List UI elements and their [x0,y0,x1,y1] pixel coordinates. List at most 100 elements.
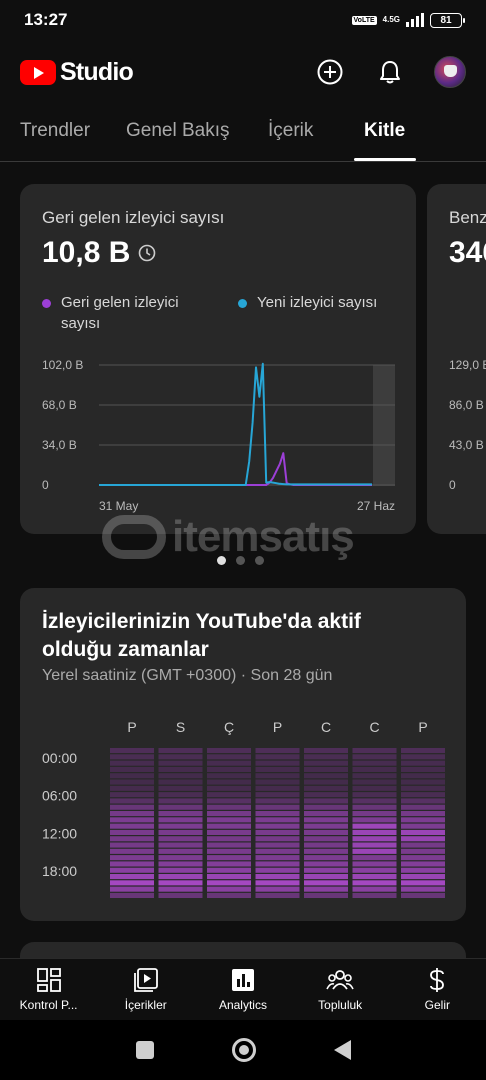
heatmap-cell [158,785,203,791]
pager-dot[interactable] [255,556,264,565]
pager-dot[interactable] [217,556,226,565]
heatmap-cell [304,785,348,791]
hour-label: 00:00 [42,750,77,766]
heatmap-cell [304,817,348,823]
pager-dot[interactable] [236,556,245,565]
heatmap-cell [207,798,251,804]
y-tick-label: 0 [449,478,456,492]
heatmap-cell [401,804,445,810]
heatmap-cell [110,823,154,829]
heatmap-cell [352,804,397,810]
heatmap-cell [158,880,203,886]
heatmap-cell [401,874,445,880]
heatmap-cell [304,886,348,892]
heatmap-cell [207,785,251,791]
heatmap-cell [255,766,300,772]
back-icon[interactable] [333,1040,351,1060]
status-indicators: VoLTE 4.5G 81 [351,12,465,28]
heatmap-cell [255,754,300,760]
heatmap-cell [255,880,300,886]
heatmap-cell [401,880,445,886]
heatmap-cell [304,880,348,886]
heatmap-cell [110,798,154,804]
tab-content[interactable]: İçerik [268,120,313,142]
heatmap-cell [110,773,154,779]
heatmap-cell [352,754,397,760]
logo-text: Studio [60,57,134,86]
heatmap-cell [110,848,154,854]
heatmap-cell [255,867,300,873]
series-line-1 [99,362,372,486]
heatmap-cell [304,842,348,848]
nav-content[interactable]: İçerikler [97,959,194,1020]
card-title: Benzersiz izleyici sayısı [449,208,486,227]
nav-community[interactable]: Topluluk [292,959,389,1020]
studio-logo[interactable]: Studio [20,57,134,87]
notifications-button[interactable] [374,56,406,88]
heatmap-cell [255,804,300,810]
heatmap-cell [158,874,203,880]
heatmap-cell [352,760,397,766]
active-times-heatmap: P S Ç P C C P 00:00 06:00 12:00 18:00 [42,719,445,898]
home-icon[interactable] [231,1038,256,1062]
heatmap-cell [207,836,251,842]
heatmap-cell [158,892,203,898]
nav-analytics[interactable]: Analytics [194,959,291,1020]
heatmap-cell [110,829,154,835]
heatmap-cell [401,748,445,754]
heatmap-cell [352,823,397,829]
heatmap-cell [352,779,397,785]
heatmap-cell [401,754,445,760]
tab-overview[interactable]: Genel Bakış [126,120,230,142]
heatmap-cell [207,748,251,754]
heatmap-cell [255,892,300,898]
heatmap-cell [110,874,154,880]
heatmap-cell [255,842,300,848]
active-times-card[interactable]: İzleyicilerinizin YouTube'da aktif olduğ… [20,588,466,921]
heatmap-cell [255,855,300,861]
heatmap-cell [401,892,445,898]
day-label: S [176,719,185,735]
day-label: C [321,719,331,735]
heatmap-cell [304,766,348,772]
avatar[interactable] [434,56,466,88]
heatmap-cell [158,861,203,867]
heatmap-cell [110,880,154,886]
heatmap-cell [401,811,445,817]
heatmap-cell [401,798,445,804]
heatmap-cell [110,754,154,760]
tab-trends[interactable]: Trendler [20,120,90,142]
bell-icon [380,61,400,84]
heatmap-cell [255,861,300,867]
heatmap-cell [110,779,154,785]
heatmap-cell [158,829,203,835]
recents-icon[interactable] [135,1041,154,1059]
heatmap-cell [304,861,348,867]
hour-label: 12:00 [42,825,77,841]
returning-viewers-card[interactable]: Geri gelen izleyici sayısı 10,8 B Geri g… [20,184,416,534]
heatmap-cell [304,779,348,785]
heatmap-cell [352,848,397,854]
heatmap-cell [110,861,154,867]
tab-audience[interactable]: Kitle [364,120,405,142]
unique-viewers-card[interactable]: Benzersiz izleyici sayısı 346 129,0 B 86… [427,184,486,534]
heatmap-cell [401,785,445,791]
heatmap-cell [352,855,397,861]
heatmap-cell [158,804,203,810]
nav-earn[interactable]: Gelir [389,959,486,1020]
heatmap-cell [304,823,348,829]
watermark-text: itemsatış [172,512,355,561]
heatmap-cell [110,804,154,810]
heatmap-cell [158,811,203,817]
heatmap-cell [110,792,154,798]
heatmap-cell [207,823,251,829]
y-tick-label: 0 [42,478,49,492]
create-button[interactable] [314,56,346,88]
nav-dashboard[interactable]: Kontrol P... [0,959,97,1020]
heatmap-cell [158,773,203,779]
y-tick-label: 86,0 B [449,398,484,412]
day-label: P [273,719,282,735]
heatmap-cell [158,855,203,861]
heatmap-cell [304,855,348,861]
heatmap-cell [401,867,445,873]
